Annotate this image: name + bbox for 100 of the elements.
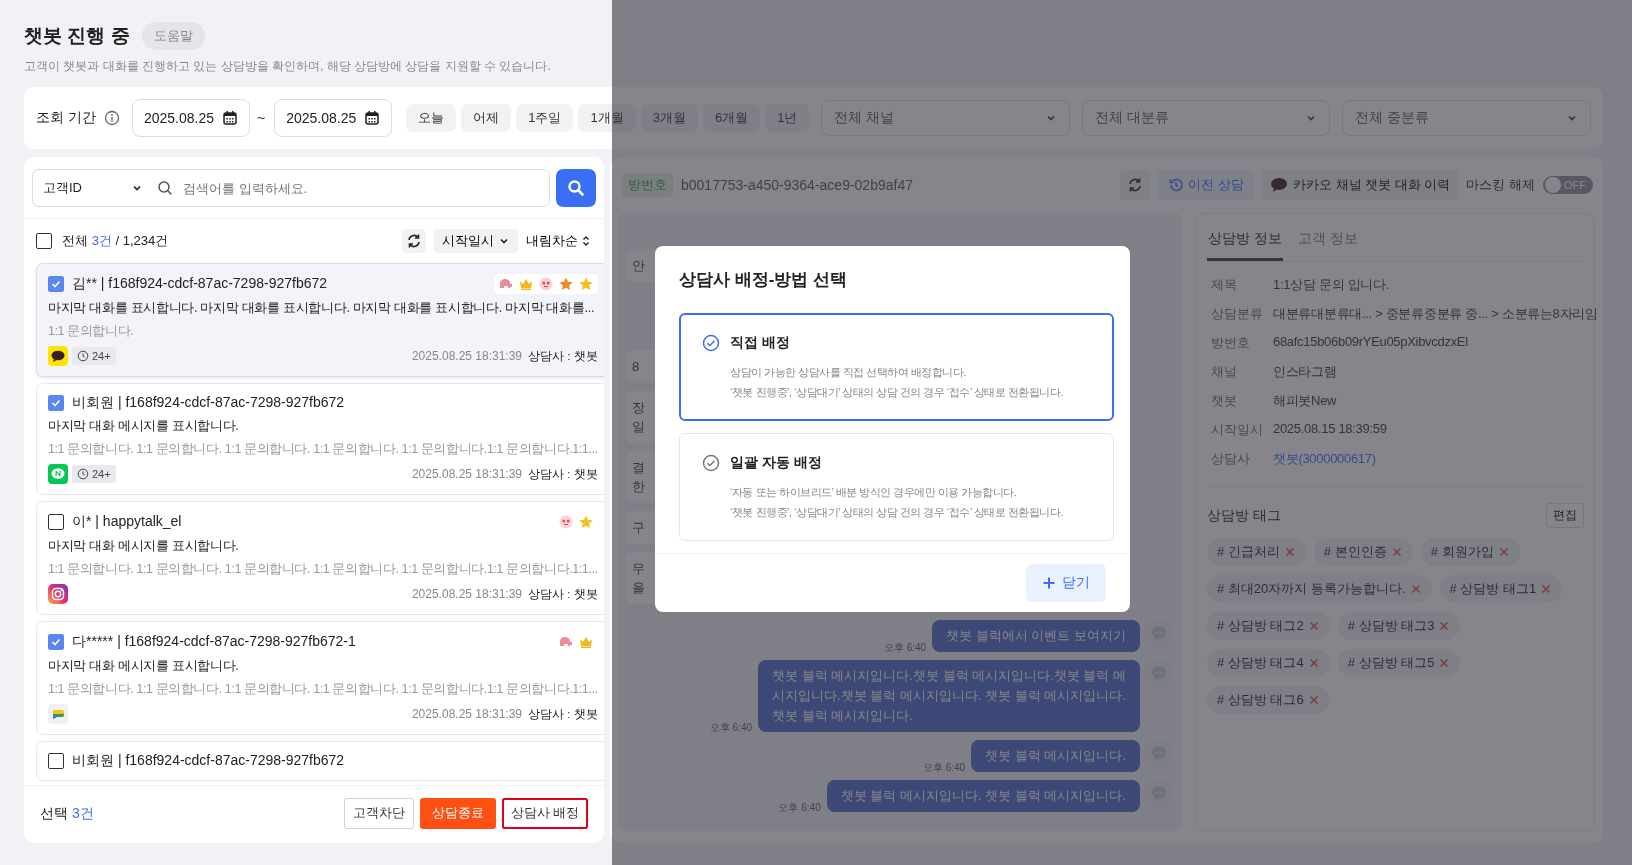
close-icon[interactable] [1438, 620, 1451, 632]
check-icon [50, 397, 62, 409]
search-icon [567, 179, 585, 197]
refresh-icon [406, 233, 422, 249]
star-icon [557, 276, 574, 292]
check-circle-icon [702, 334, 720, 352]
option-description: ‘자동 또는 하이브리드’ 배분 방식인 경우에만 이용 가능합니다. [730, 485, 1018, 500]
agent-label: 상담사 : 챗봇 [528, 348, 598, 364]
message-preview: 1:1 문의합니다. 1:1 문의합니다. 1:1 문의합니다. 1:1 문의합니다. 1:1 문의합니다.1:1 문의합니다.1:1... [48, 681, 598, 698]
action-button[interactable]: 상담사 배정 [501, 798, 588, 829]
consultation-card[interactable]: 김** | f168f924-cdcf-87ac-7298-927fb672 마지막 대화를 표시합니다. 마지막 대화를 표시합니다. 마지막 대화를 표시합니다. 마지막 대화를... 1:1 문의합니다. 24+ 2025.08.25 18:31:39 상담사 : 챗봇 [36, 263, 604, 377]
face-icon [537, 276, 554, 292]
customer-title: 김** | f168f924-cdcf-87ac-7298-927fb672 [72, 275, 328, 293]
customer-title: 비회원 | f168f924-cdcf-87ac-7298-927fb672 [72, 394, 345, 412]
select-all-checkbox[interactable] [36, 233, 52, 249]
message-preview: 1:1 문의합니다. [48, 323, 135, 340]
item-checkbox[interactable] [48, 276, 64, 292]
end-date-field[interactable]: 2025.08.25 [274, 99, 393, 137]
agent-label: 상담사 : 챗봇 [528, 466, 598, 482]
period-button[interactable]: 오늘 [406, 104, 457, 132]
item-checkbox[interactable] [48, 514, 64, 530]
chat-bubble-icon [48, 704, 68, 724]
date-separator: ~ [256, 110, 266, 126]
search-field[interactable]: 고객ID 검색어를 입력하세요. [32, 169, 550, 207]
method-option[interactable]: 일괄 자동 배정 ‘자동 또는 하이브리드’ 배분 방식인 경우에만 이용 가능합니다. ‘챗봇 진행중’, ‘상담대기’ 상태의 상담 건의 경우 ‘접수’ 상태로 전환됩니다. [679, 433, 1114, 541]
close-icon[interactable] [1307, 620, 1320, 632]
field-label: 상담분류 [1211, 305, 1264, 323]
close-icon[interactable] [1497, 546, 1510, 558]
tag-chip: # 상담방 태그2 [1207, 612, 1330, 640]
option-description: ‘챗봇 진행중’, ‘상담대기’ 상태의 상담 건의 경우 ‘접수’ 상태로 전환됩니다. [730, 505, 1064, 520]
action-button[interactable]: 고객차단 [343, 798, 414, 829]
check-icon [50, 636, 62, 648]
edit-button[interactable]: 편집 [1546, 503, 1584, 528]
item-checkbox[interactable] [48, 753, 64, 769]
period-button[interactable]: 어제 [461, 104, 512, 132]
total-count: 전체 3건 / 1,234건 [62, 232, 169, 250]
check-circle-icon [702, 454, 720, 472]
close-icon[interactable] [1409, 583, 1422, 595]
field-label: 상담사 [1211, 450, 1251, 468]
close-icon[interactable] [1390, 546, 1403, 558]
message-preview: 1:1 문의합니다. 1:1 문의합니다. 1:1 문의합니다. 1:1 문의합니다. 1:1 문의합니다.1:1 문의합니다.1:1... [48, 561, 598, 578]
star-icon [577, 514, 594, 530]
page-description: 고객이 챗봇과 대화를 진행하고 있는 상담방을 확인하며, 해당 상담방에 상담을 지원할 수 있습니다. [24, 58, 552, 75]
tag-chip: # 상담방 태그6 [1207, 686, 1330, 714]
field-value: 인스타그램 [1273, 363, 1337, 381]
start-date-field[interactable]: 2025.08.25 [131, 99, 250, 137]
start-time: 2025.08.25 18:31:39 [411, 467, 523, 481]
consultation-card[interactable]: 비회원 | f168f924-cdcf-87ac-7298-927fb672 마지막 대화 메시지를 표시합니다. 1:1 문의합니다. 1:1 문의합니다. 1:1 문의합니다. 1:1 문의합니다. 1:1 문의합니다.1:1 문의합니다.1:1... 24+ 2025.08.25 18:31:39 상담사 : 챗봇 [36, 383, 604, 495]
chat-bubble: 챗봇 블럭 메시지입니다. [971, 740, 1140, 772]
item-checkbox[interactable] [48, 395, 64, 411]
option-description: 상담이 가능한 상담사를 직접 선택하여 배정합니다. [730, 365, 967, 380]
tag-chip: # 긴급처리 [1207, 538, 1306, 566]
close-icon[interactable] [1540, 583, 1553, 595]
item-checkbox[interactable] [48, 634, 64, 650]
start-time: 2025.08.25 18:31:39 [411, 707, 523, 721]
masking-label: 마스킹 해제 [1466, 176, 1535, 194]
field-label: 제목 [1211, 276, 1238, 294]
field-label: 방번호 [1211, 334, 1251, 352]
refresh-button[interactable] [402, 229, 426, 253]
last-message: 마지막 대화 메시지를 표시합니다. [48, 538, 240, 555]
close-icon[interactable] [1307, 657, 1320, 669]
sort-field-select[interactable]: 시작일시 [434, 229, 518, 253]
sort-icon [580, 235, 592, 247]
chat-bubble: 챗봇 블럭 메시지입니다. 챗봇 블럭 메시지입니다. [826, 780, 1140, 812]
chat-bubble: 챗봇 블럭에서 이벤트 보여지기 [932, 620, 1140, 652]
close-button[interactable]: 닫기 [1026, 564, 1106, 602]
consultation-card[interactable]: 비회원 | f168f924-cdcf-87ac-7298-927fb672 [36, 741, 604, 781]
option-title: 일괄 자동 배정 [730, 454, 822, 472]
clock-icon [77, 468, 89, 480]
info-tab[interactable]: 상담방 정보 [1207, 218, 1283, 261]
chat-history-button[interactable]: 카카오 채널 챗봇 대화 이력 [1261, 170, 1459, 200]
sort-order-button[interactable]: 내림차순 [524, 232, 594, 250]
period-button[interactable]: 1주일 [516, 104, 574, 132]
field-value: 1:1상담 문의 입니다. [1273, 276, 1389, 294]
star-icon [577, 276, 594, 292]
search-type-select[interactable]: 고객ID [43, 179, 143, 197]
consultation-card[interactable]: 이* | happytalk_el 마지막 대화 메시지를 표시합니다. 1:1 문의합니다. 1:1 문의합니다. 1:1 문의합니다. 1:1 문의합니다. 1:1 문의합니다.1:1 문의합니다.1:1... 2025.08.25 18:31:39 상담사 : 챗봇 [36, 501, 604, 615]
period-label: 조회 기간 [36, 109, 96, 127]
close-icon[interactable] [1283, 546, 1296, 558]
method-option[interactable]: 직접 배정 상담이 가능한 상담사를 직접 선택하여 배정합니다. ‘챗봇 진행중’, ‘상담대기’ 상태의 상담 건의 경우 ‘접수’ 상태로 전환됩니다. [679, 313, 1114, 421]
tag-chip: # 상담방 태그3 [1337, 612, 1461, 640]
consultation-card[interactable]: 다***** | f168f924-cdcf-87ac-7298-927fb672-1 마지막 대화 메시지를 표시합니다. 1:1 문의합니다. 1:1 문의합니다. 1:1 문의합니다. 1:1 문의합니다. 1:1 문의합니다.1:1 문의합니다.1:1... 2025.08.25 18:31:39 상담사 : 챗봇 [36, 621, 604, 735]
field-label: 채널 [1211, 363, 1238, 381]
refresh-icon [1127, 177, 1144, 193]
start-time: 2025.08.25 18:31:39 [411, 349, 523, 363]
start-time: 2025.08.25 18:31:39 [411, 587, 523, 601]
calendar-icon [364, 110, 381, 126]
chat-bubble: 챗봇 블럭 메시지입니다.챗봇 블럭 메시지입니다.챗봇 블럭 메 시지입니다.챗봇 블럭 메시지입니다. 챗봇 블럭 메시지입니다. 챗봇 블럭 메시지입니다. [758, 660, 1140, 732]
message-preview: 1:1 문의합니다. 1:1 문의합니다. 1:1 문의합니다. 1:1 문의합니다. 1:1 문의합니다.1:1 문의합니다.1:1... [48, 441, 598, 458]
search-button[interactable] [556, 169, 596, 207]
close-icon[interactable] [1438, 657, 1451, 669]
close-icon[interactable] [1307, 694, 1320, 706]
camera-icon [48, 584, 68, 604]
chat-bubble-icon [48, 464, 68, 484]
tag-chip: # 상담방 태그1 [1439, 575, 1563, 603]
face-icon [557, 514, 574, 530]
room-number: b0017753-a450-9364-ace9-02b9af47 [681, 177, 913, 193]
page-title: 챗봇 진행 중 [24, 24, 130, 48]
info-icon [103, 110, 120, 126]
chat-bubble-icon [1269, 176, 1288, 194]
